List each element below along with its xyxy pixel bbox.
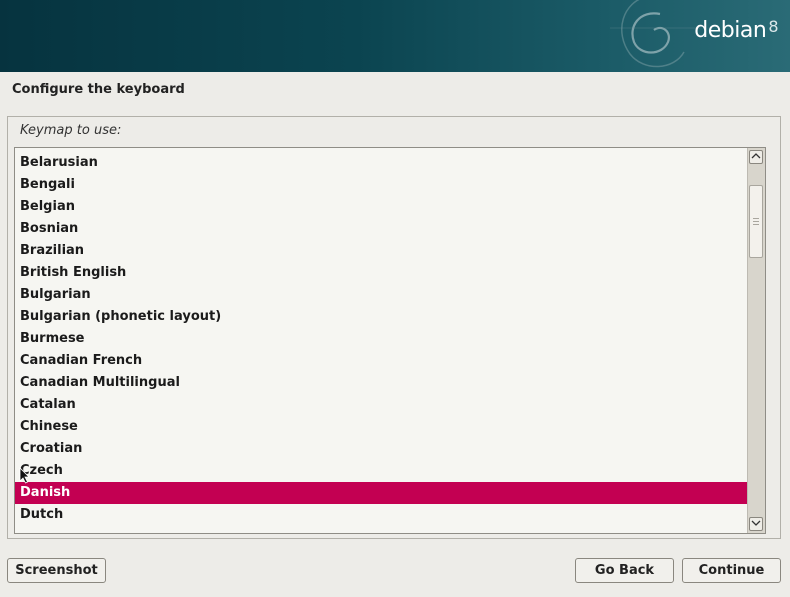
up-arrow-icon — [751, 153, 761, 159]
keymap-list-item[interactable]: Burmese — [15, 328, 757, 350]
debian-logo: debian 8 — [694, 17, 778, 43]
header-banner: debian 8 — [0, 0, 790, 72]
keymap-panel: Keymap to use: Belarusian Bengali Belgian B… — [7, 116, 781, 539]
mouse-pointer-icon — [19, 467, 30, 484]
vertical-scrollbar[interactable] — [747, 148, 765, 533]
keymap-list-item[interactable]: Canadian French — [15, 350, 757, 372]
brand-name: debian — [694, 18, 767, 43]
keymap-list-item[interactable]: Danish — [15, 482, 757, 504]
scroll-down-button[interactable] — [749, 517, 763, 531]
keymap-list-item[interactable]: Chinese — [15, 416, 757, 438]
keymap-list-item[interactable]: British English — [15, 262, 757, 284]
keymap-list-item[interactable]: Belarusian — [15, 152, 757, 174]
page-title: Configure the keyboard — [12, 82, 185, 97]
continue-button[interactable]: Continue — [682, 558, 781, 583]
keymap-list-item[interactable]: Croatian — [15, 438, 757, 460]
keymap-list-items: Belarusian Bengali Belgian Bosnian Brazilian… — [15, 148, 757, 533]
keymap-list-item[interactable]: Bulgarian — [15, 284, 757, 306]
scrollbar-thumb[interactable] — [749, 185, 763, 258]
keymap-list-item[interactable]: Czech — [15, 460, 757, 482]
keymap-list-item[interactable]: Brazilian — [15, 240, 757, 262]
keymap-list-item[interactable]: Bengali — [15, 174, 757, 196]
keymap-list-item[interactable]: Catalan — [15, 394, 757, 416]
keymap-list[interactable]: Belarusian Bengali Belgian Bosnian Brazilian… — [14, 147, 766, 534]
keymap-list-item[interactable]: Bulgarian (phonetic layout) — [15, 306, 757, 328]
keymap-list-item[interactable]: Bosnian — [15, 218, 757, 240]
go-back-button[interactable]: Go Back — [575, 558, 674, 583]
brand-version: 8 — [768, 17, 778, 36]
keymap-list-item[interactable]: Canadian Multilingual — [15, 372, 757, 394]
keymap-label: Keymap to use: — [20, 123, 122, 138]
keymap-list-item[interactable]: Belgian — [15, 196, 757, 218]
screenshot-button[interactable]: Screenshot — [7, 558, 106, 583]
scroll-up-button[interactable] — [749, 150, 763, 164]
keymap-list-item-clipped[interactable] — [15, 526, 757, 533]
down-arrow-icon — [751, 520, 761, 526]
keymap-list-item[interactable]: Dutch — [15, 504, 757, 526]
